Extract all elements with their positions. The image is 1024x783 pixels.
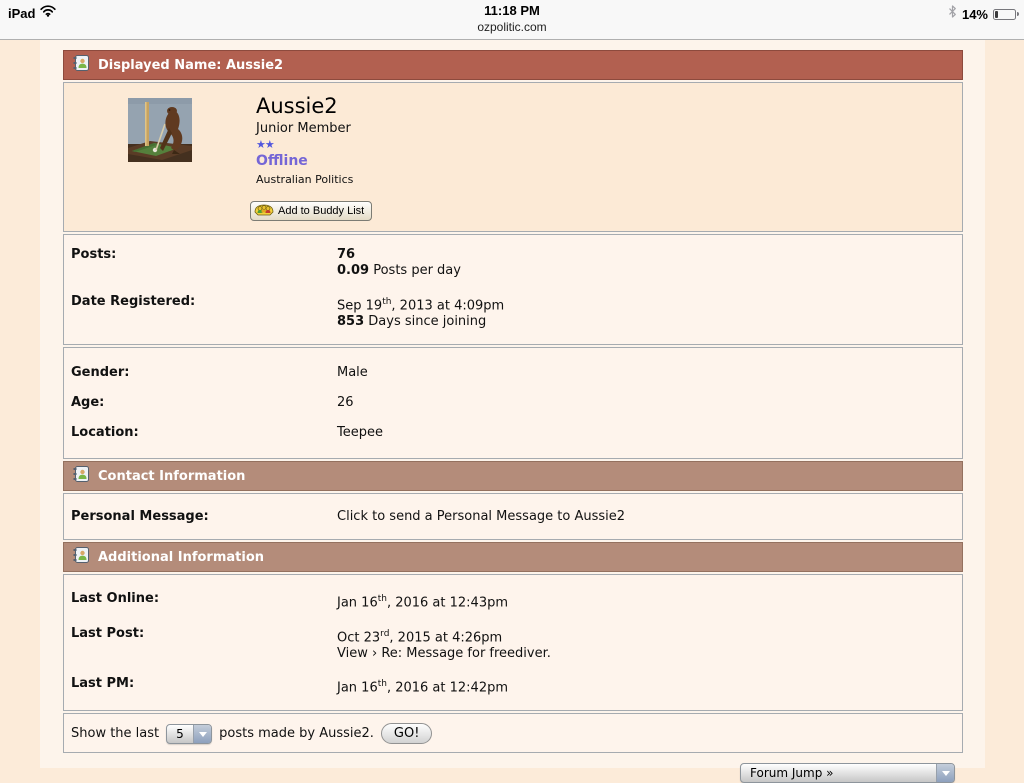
site-domain-label: ozpolitic.com (0, 20, 1024, 34)
last-post-value: Oct 23rd, 2015 at 4:26pm View › Re: Mess… (337, 626, 551, 662)
buddy-people-icon (254, 203, 274, 219)
last-online-label: Last Online: (71, 591, 337, 606)
last-pm-row: Last PM: Jan 16th, 2016 at 12:42pm (64, 676, 962, 696)
battery-percent-label: 14% (962, 7, 988, 22)
ios-status-bar: iPad 11:18 PM ozpolitic.com 14% (0, 0, 1024, 40)
personal-message-label: Personal Message: (71, 509, 337, 524)
show-posts-section: Show the last 5 posts made by Aussie2. G… (63, 713, 963, 753)
personal-message-row: Personal Message: Click to send a Person… (64, 509, 962, 525)
go-button[interactable]: GO! (381, 723, 433, 744)
posts-count-value: 5 (167, 725, 193, 743)
avatar (128, 98, 192, 162)
board-name-label: Australian Politics (256, 173, 353, 186)
displayed-name-header: Displayed Name: Aussie2 (63, 50, 963, 80)
profile-summary-section: Aussie2 Junior Member ★★ Offline Austral… (63, 82, 963, 232)
gender-label: Gender: (71, 365, 337, 380)
gender-value: Male (337, 365, 368, 381)
forum-jump-select[interactable]: Forum Jump » (740, 763, 955, 783)
last-pm-value: Jan 16th, 2016 at 12:42pm (337, 676, 508, 696)
last-pm-label: Last PM: (71, 676, 337, 691)
bluetooth-icon (948, 5, 957, 23)
personal-message-section: Personal Message: Click to send a Person… (63, 493, 963, 540)
activity-section: Last Online: Jan 16th, 2016 at 12:43pm L… (63, 574, 963, 711)
last-post-view-link[interactable]: View (337, 646, 368, 661)
forum-jump-row: Forum Jump » (63, 763, 963, 783)
age-value: 26 (337, 395, 354, 411)
date-registered-label: Date Registered: (71, 294, 337, 309)
address-book-icon (73, 466, 89, 486)
online-status-label: Offline (256, 153, 353, 169)
date-registered-row: Date Registered: Sep 19th, 2013 at 4:09p… (64, 294, 962, 330)
show-last-prefix-label: Show the last (71, 726, 159, 741)
show-last-suffix-label: posts made by Aussie2. (219, 726, 374, 741)
age-row: Age: 26 (64, 388, 962, 418)
member-rank-label: Junior Member (256, 121, 353, 136)
last-post-topic-link[interactable]: Re: Message for freediver. (381, 646, 551, 661)
additional-header-title: Additional Information (98, 550, 264, 565)
location-label: Location: (71, 425, 337, 440)
additional-information-header: Additional Information (63, 542, 963, 572)
location-row: Location: Teepee (64, 418, 962, 448)
age-label: Age: (71, 395, 337, 410)
add-to-buddy-list-button[interactable]: Add to Buddy List (250, 201, 372, 221)
contact-header-title: Contact Information (98, 469, 245, 484)
buddy-button-label: Add to Buddy List (278, 205, 364, 217)
contact-information-header: Contact Information (63, 461, 963, 491)
last-online-row: Last Online: Jan 16th, 2016 at 12:43pm (64, 591, 962, 611)
username: Aussie2 (256, 94, 353, 118)
chevron-down-icon (936, 764, 954, 782)
send-personal-message-link[interactable]: Click to send a Personal Message to Auss… (337, 509, 625, 525)
gender-row: Gender: Male (64, 358, 962, 388)
post-stats-section: Posts: 76 0.09 Posts per day Date Regist… (63, 234, 963, 345)
posts-count-select[interactable]: 5 (166, 724, 212, 744)
posts-value: 76 0.09 Posts per day (337, 247, 461, 279)
address-book-icon (73, 55, 89, 75)
posts-label: Posts: (71, 247, 337, 262)
location-value: Teepee (337, 425, 383, 441)
clock: 11:18 PM (0, 3, 1024, 18)
battery-icon (993, 9, 1016, 20)
chevron-down-icon (193, 725, 211, 743)
posts-row: Posts: 76 0.09 Posts per day (64, 247, 962, 279)
last-post-row: Last Post: Oct 23rd, 2015 at 4:26pm View… (64, 626, 962, 662)
date-registered-value: Sep 19th, 2013 at 4:09pm 853 Days since … (337, 294, 504, 330)
rank-stars-icon: ★★ (256, 138, 353, 151)
forum-jump-value: Forum Jump » (741, 764, 936, 782)
page-body: Displayed Name: Aussie2 (40, 40, 985, 768)
address-book-icon (73, 547, 89, 567)
demographics-section: Gender: Male Age: 26 Location: Teepee (63, 347, 963, 459)
page-title: Displayed Name: Aussie2 (98, 58, 283, 73)
last-online-value: Jan 16th, 2016 at 12:43pm (337, 591, 508, 611)
user-profile-panel: Displayed Name: Aussie2 (63, 50, 963, 753)
breadcrumb-separator: › (372, 646, 377, 661)
last-post-label: Last Post: (71, 626, 337, 641)
